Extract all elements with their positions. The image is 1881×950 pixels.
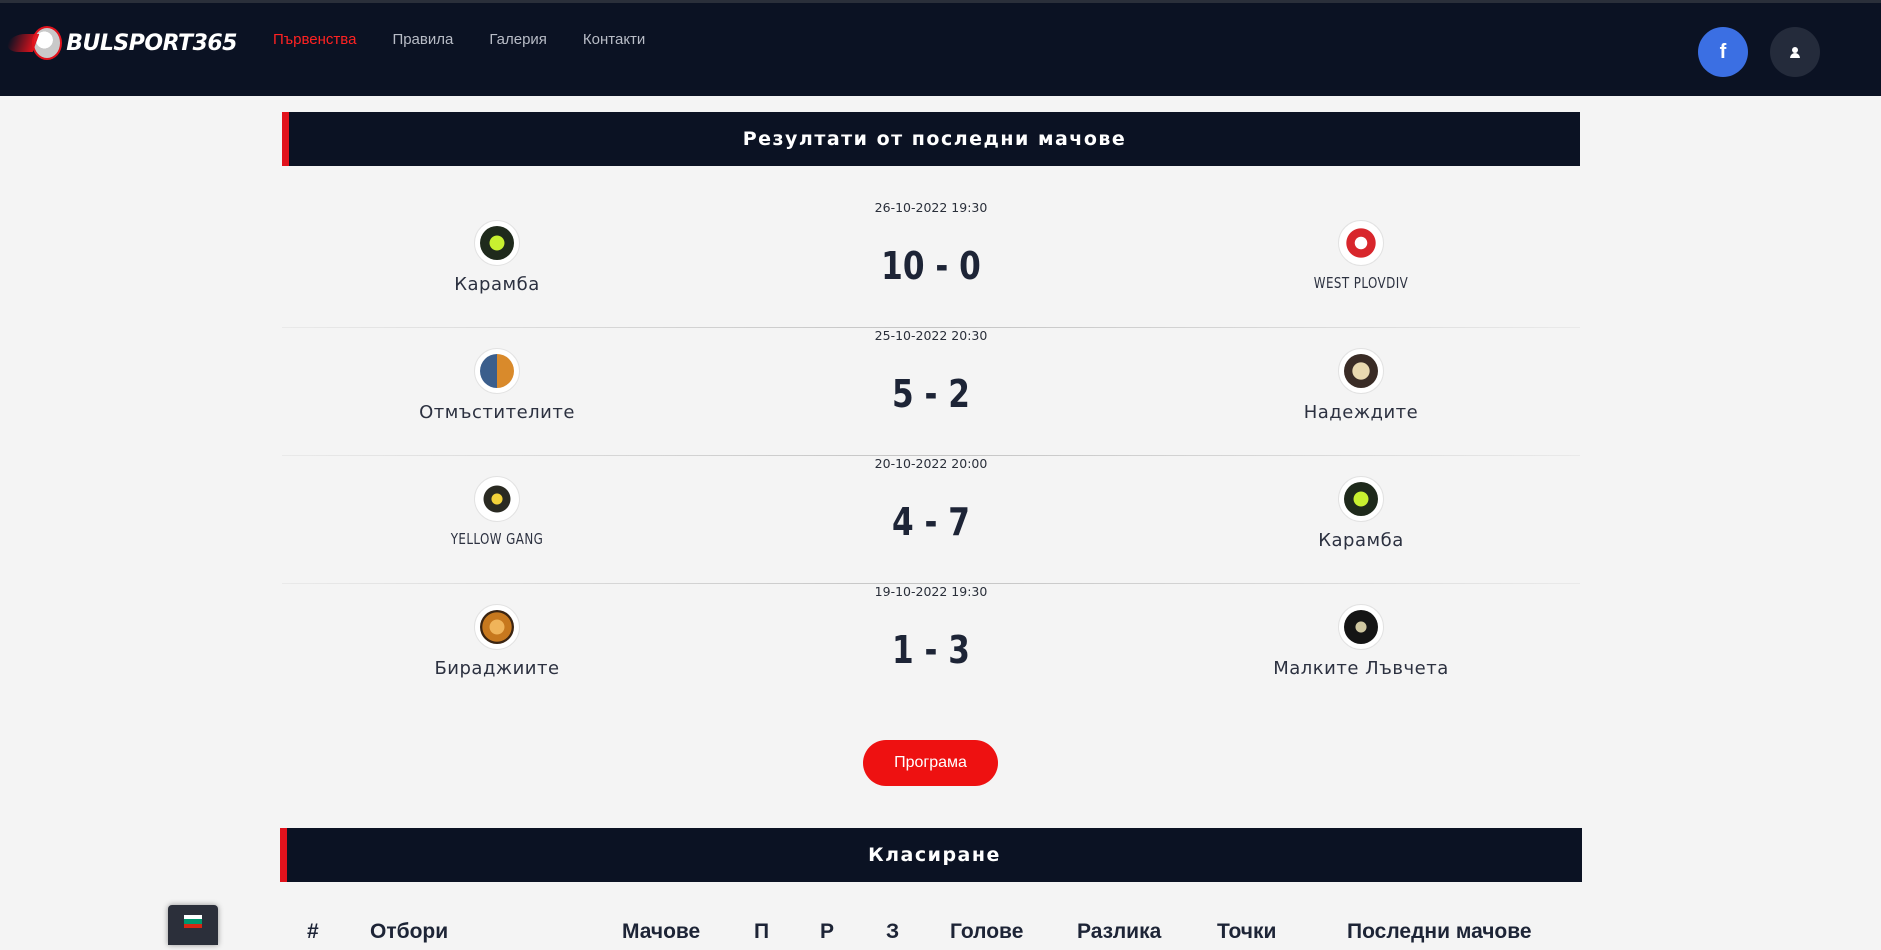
away-team[interactable]: Малките Лъвчета	[1211, 604, 1511, 679]
standings-table-header: # Отбори Мачове П Р З Голове Разлика Точ…	[282, 920, 1580, 950]
user-icon	[1790, 47, 1800, 58]
team-crest	[1344, 610, 1378, 644]
bulgaria-flag-icon	[184, 915, 202, 928]
team-logo-icon	[1338, 348, 1384, 394]
team-logo-icon	[1338, 476, 1384, 522]
standings-title: Класиране	[868, 844, 1001, 866]
team-crest	[1344, 354, 1378, 388]
column-header-points[interactable]: Точки	[1217, 920, 1276, 944]
column-header-rank[interactable]: #	[307, 920, 319, 944]
match-row[interactable]: 25-10-2022 20:30 Отмъстителите 5 - 2 Над…	[282, 328, 1580, 456]
column-header-draws[interactable]: Р	[820, 920, 834, 944]
team-crest	[1344, 226, 1378, 260]
flag-stripe-red	[184, 923, 202, 928]
match-date: 20-10-2022 20:00	[874, 456, 988, 471]
football-logo-icon	[32, 26, 63, 60]
column-header-last-matches[interactable]: Последни мачове	[1347, 920, 1532, 944]
main-nav: Първенства Правила Галерия Контакти	[273, 31, 645, 48]
match-date: 19-10-2022 19:30	[874, 584, 988, 599]
column-header-goals[interactable]: Голове	[950, 920, 1023, 944]
away-team-name: Малките Лъвчета	[1273, 658, 1449, 679]
away-team-name: WEST PLOVDIV	[1313, 274, 1409, 292]
nav-item-rules[interactable]: Правила	[392, 31, 453, 48]
results-section-header: Резултати от последни мачове	[282, 112, 1580, 166]
program-button[interactable]: Програма	[863, 740, 998, 786]
column-header-difference[interactable]: Разлика	[1077, 920, 1161, 944]
away-team-name: Надеждите	[1303, 402, 1419, 423]
match-row[interactable]: 19-10-2022 19:30 Бираджиите 1 - 3 Малкит…	[282, 584, 1580, 712]
results-title: Резултати от последни мачове	[742, 128, 1127, 150]
standings-section-header: Класиране	[280, 828, 1582, 882]
away-team[interactable]: WEST PLOVDIV	[1211, 220, 1511, 292]
facebook-button[interactable]: f	[1698, 27, 1748, 77]
column-header-losses[interactable]: З	[886, 920, 899, 944]
nav-item-gallery[interactable]: Галерия	[489, 31, 547, 48]
away-team[interactable]: Карамба	[1211, 476, 1511, 551]
nav-item-championships[interactable]: Първенства	[273, 31, 356, 48]
team-logo-icon	[1338, 220, 1384, 266]
user-account-button[interactable]	[1770, 27, 1820, 77]
language-switcher[interactable]	[168, 905, 218, 945]
team-logo-icon	[1338, 604, 1384, 650]
column-header-matches[interactable]: Мачове	[622, 920, 700, 944]
match-row[interactable]: 20-10-2022 20:00 YELLOW GANG 4 - 7 Карам…	[282, 456, 1580, 584]
match-row[interactable]: 26-10-2022 19:30 Карамба 10 - 0 WEST PLO…	[282, 200, 1580, 328]
facebook-icon: f	[1719, 40, 1727, 63]
top-navbar: BULSPORT365 Първенства Правила Галерия К…	[0, 0, 1881, 96]
away-team[interactable]: Надеждите	[1211, 348, 1511, 423]
match-date: 26-10-2022 19:30	[874, 200, 988, 215]
team-crest	[1344, 482, 1378, 516]
away-team-name: Карамба	[1318, 530, 1404, 551]
site-logo[interactable]: BULSPORT365	[32, 21, 237, 65]
column-header-teams[interactable]: Отбори	[370, 920, 448, 944]
nav-item-contacts[interactable]: Контакти	[583, 31, 645, 48]
column-header-wins[interactable]: П	[754, 920, 769, 944]
logo-text: BULSPORT365	[66, 30, 237, 56]
match-date: 25-10-2022 20:30	[874, 328, 988, 343]
